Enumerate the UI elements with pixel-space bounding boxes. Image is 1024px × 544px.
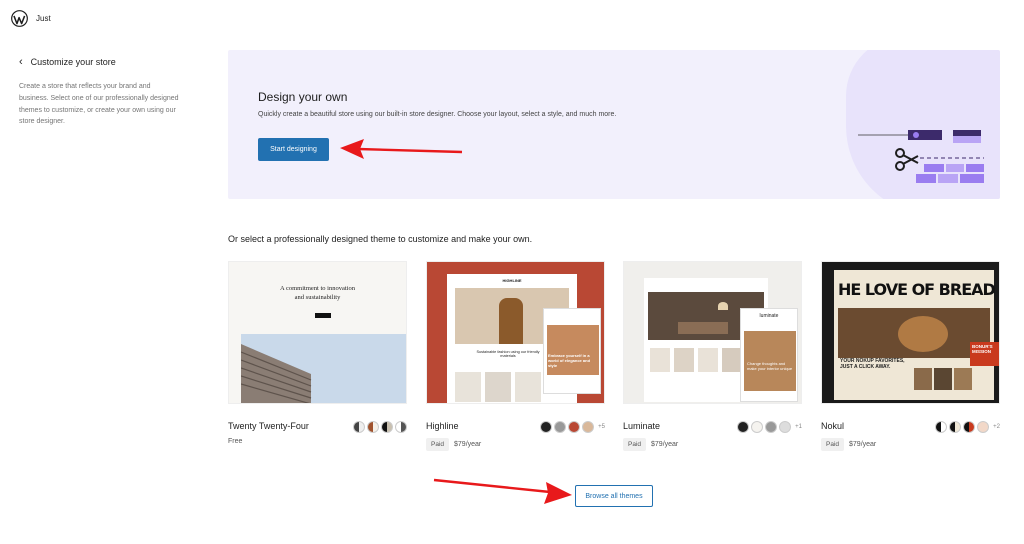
site-name: Just <box>36 14 51 23</box>
thumb-headline: HE LOVE OF BREAD <box>838 280 996 299</box>
theme-thumbnail[interactable]: luminate Change thoughts and make your i… <box>623 261 802 404</box>
swatch[interactable] <box>381 421 393 433</box>
theme-card-nokul[interactable]: HE LOVE OF BREAD YOUR NOKUP FAVORITES, J… <box>821 261 1000 451</box>
swatch[interactable] <box>353 421 365 433</box>
theme-price: Paid $79/year <box>426 438 481 451</box>
thumb-heading-1: A commitment to innovation <box>280 285 355 292</box>
more-swatches[interactable]: +2 <box>993 424 1000 430</box>
thumb-mission-badge: BONUR'S MISSION <box>970 342 999 366</box>
sidebar-description: Create a store that reflects your brand … <box>19 83 179 126</box>
design-your-own-panel: Design your own Quickly create a beautif… <box>228 50 1000 199</box>
price-value: $79/year <box>849 441 877 448</box>
store-designer-illustration <box>858 130 984 183</box>
annotation-arrow-start-designing <box>340 139 463 159</box>
theme-thumbnail[interactable]: HE LOVE OF BREAD YOUR NOKUP FAVORITES, J… <box>821 261 1000 404</box>
paid-badge: Paid <box>426 438 450 451</box>
paid-badge: Paid <box>821 438 845 451</box>
swatch[interactable] <box>737 421 750 433</box>
top-bar: Just <box>0 0 1024 38</box>
more-swatches[interactable]: +1 <box>795 424 802 430</box>
theme-name: Highline <box>426 421 459 431</box>
thumb-tagline: Sustainable fashion using our friendly m… <box>476 350 540 358</box>
start-designing-button[interactable]: Start designing <box>258 138 329 161</box>
thumb-button <box>315 313 331 318</box>
theme-price: Paid $79/year <box>623 438 678 451</box>
thumb-mobile: luminate Change thoughts and make your i… <box>740 308 798 402</box>
thumb-mobile: Embrace yourself in a world of elegance … <box>543 308 601 394</box>
swatch[interactable] <box>977 421 990 433</box>
price-value: $79/year <box>651 441 679 448</box>
theme-card-luminate[interactable]: luminate Change thoughts and make your i… <box>623 261 802 451</box>
color-swatches: +1 <box>737 421 802 433</box>
thumb-mobile-text: Change thoughts and make your interior u… <box>747 361 793 371</box>
theme-thumbnail[interactable]: HIGHLINE Sustainable fashion using our f… <box>426 261 605 404</box>
paid-badge: Paid <box>623 438 647 451</box>
back-label: Customize your store <box>30 57 116 67</box>
theme-name: Twenty Twenty-Four <box>228 421 309 431</box>
theme-name: Luminate <box>623 421 661 431</box>
swatch[interactable] <box>963 421 976 433</box>
building-photo <box>241 334 406 403</box>
thumb-mobile-text: Embrace yourself in a world of elegance … <box>548 353 591 368</box>
theme-price: Paid $79/year <box>821 438 876 451</box>
thumb-heading-2: and sustainability <box>294 294 341 301</box>
swatch[interactable] <box>540 421 553 433</box>
swatch[interactable] <box>554 421 567 433</box>
browse-all-themes-button[interactable]: Browse all themes <box>575 485 653 507</box>
thumb-subheading: YOUR NOKUP FAVORITES, JUST A CLICK AWAY. <box>840 358 905 370</box>
theme-card-twenty-twenty-four[interactable]: A commitment to innovation and sustainab… <box>228 261 407 445</box>
hero-title: Design your own <box>258 90 348 104</box>
thumb-brand: HIGHLINE <box>502 278 522 283</box>
price-value: Free <box>228 438 243 445</box>
more-swatches[interactable]: +5 <box>598 424 605 430</box>
swatch[interactable] <box>949 421 962 433</box>
swatch[interactable] <box>765 421 778 433</box>
swatch[interactable] <box>367 421 379 433</box>
color-swatches <box>353 421 407 433</box>
theme-card-highline[interactable]: HIGHLINE Sustainable fashion using our f… <box>426 261 605 451</box>
theme-name: Nokul <box>821 421 845 431</box>
price-value: $79/year <box>454 441 482 448</box>
chevron-left-icon: ‹ <box>19 56 23 68</box>
swatch[interactable] <box>582 421 595 433</box>
swatch[interactable] <box>395 421 407 433</box>
thumb-page: HE LOVE OF BREAD YOUR NOKUP FAVORITES, J… <box>834 270 999 400</box>
color-swatches: +2 <box>935 421 1000 433</box>
themes-subtitle: Or select a professionally designed them… <box>228 234 533 244</box>
pen-icon <box>858 130 942 140</box>
thumb-brand: luminate <box>759 313 779 319</box>
theme-thumbnail[interactable]: A commitment to innovation and sustainab… <box>228 261 407 404</box>
annotation-arrow-browse-themes <box>433 478 572 504</box>
swatch[interactable] <box>935 421 948 433</box>
back-link[interactable]: ‹ Customize your store <box>19 56 116 68</box>
theme-price: Free <box>228 438 242 445</box>
thumb-bread-photo <box>838 308 990 358</box>
scissors-icon <box>895 148 919 171</box>
swatch[interactable] <box>779 421 792 433</box>
wordpress-logo[interactable] <box>11 10 28 27</box>
swatch[interactable] <box>751 421 764 433</box>
swatch[interactable] <box>568 421 581 433</box>
hero-text: Quickly create a beautiful store using o… <box>258 111 617 118</box>
color-swatches: +5 <box>540 421 605 433</box>
